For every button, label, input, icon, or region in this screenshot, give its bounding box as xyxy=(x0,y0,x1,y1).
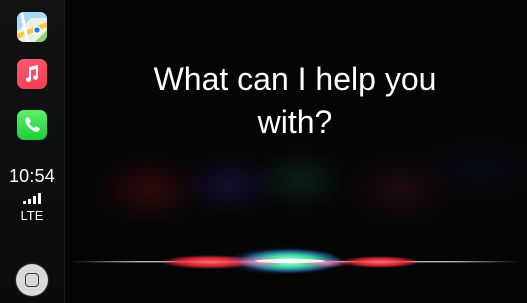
network-type-label: LTE xyxy=(20,208,44,223)
carplay-screen: 10:54 LTE What can I help you with? xyxy=(0,0,527,303)
phone-app-icon[interactable] xyxy=(17,110,47,140)
music-app-icon[interactable] xyxy=(17,59,47,89)
home-button[interactable] xyxy=(16,264,48,296)
status-time: 10:54 xyxy=(8,166,56,186)
maps-icon xyxy=(17,12,47,42)
music-note-icon xyxy=(25,65,39,82)
siri-waveform-icon[interactable] xyxy=(70,232,520,292)
home-square-icon xyxy=(25,273,39,287)
dock-sidebar: 10:54 LTE xyxy=(0,0,65,303)
maps-app-icon[interactable] xyxy=(17,12,47,42)
phone-icon xyxy=(25,117,40,132)
cellular-signal-icon xyxy=(22,193,44,204)
siri-prompt: What can I help you with? xyxy=(153,61,437,140)
